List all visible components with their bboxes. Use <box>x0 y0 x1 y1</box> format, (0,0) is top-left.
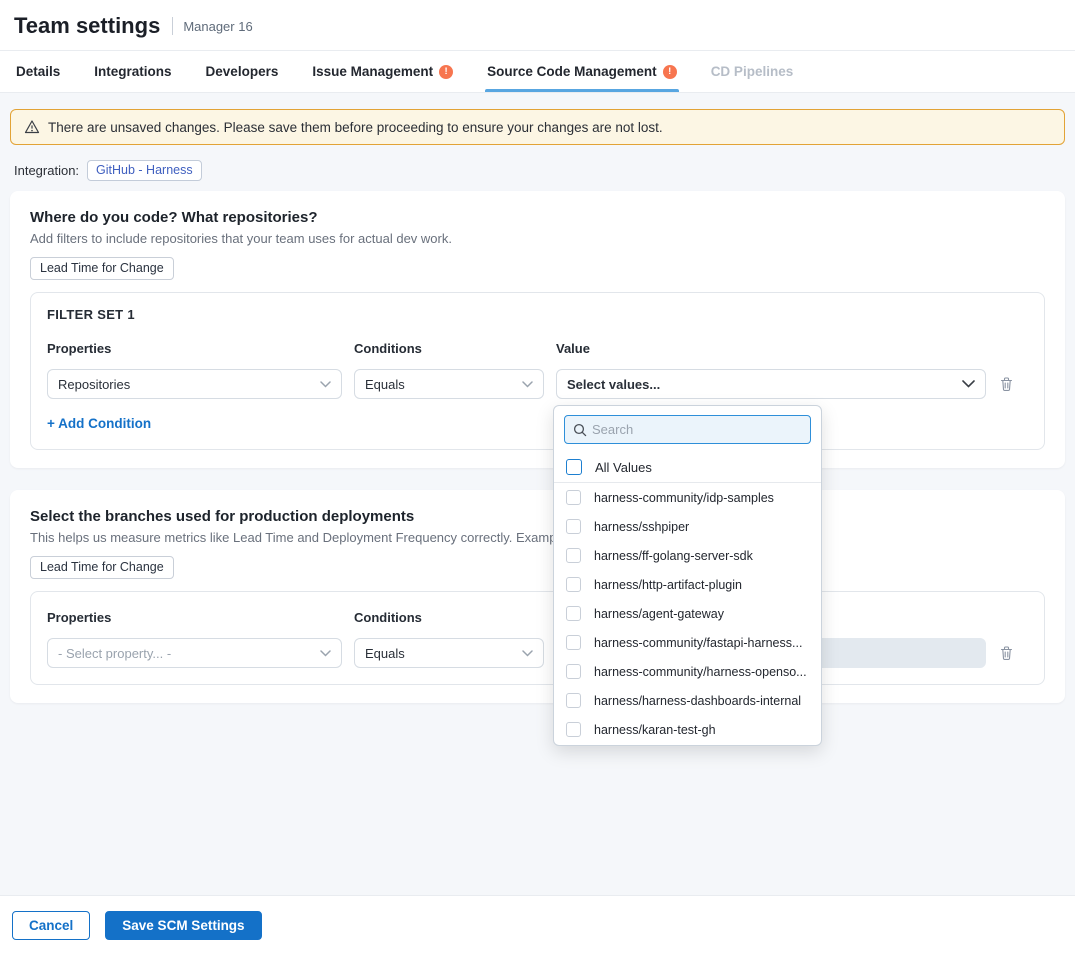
team-name-label: Manager 16 <box>183 19 252 34</box>
checkbox-icon[interactable] <box>566 548 581 563</box>
condition-select[interactable]: Equals <box>354 369 544 399</box>
trash-icon <box>999 376 1014 392</box>
checkbox-icon[interactable] <box>566 606 581 621</box>
unsaved-changes-banner: There are unsaved changes. Please save t… <box>10 109 1065 145</box>
repo-option[interactable]: harness/http-artifact-plugin <box>554 570 821 599</box>
tab-integrations[interactable]: Integrations <box>92 51 173 92</box>
save-scm-settings-button[interactable]: Save SCM Settings <box>105 911 261 940</box>
filter-row: - Select property... - Equals <box>47 638 1028 668</box>
chevron-down-icon <box>522 381 533 388</box>
chevron-down-icon <box>522 650 533 657</box>
tab-issue-management[interactable]: Issue Management ! <box>310 51 455 92</box>
tab-developers[interactable]: Developers <box>204 51 281 92</box>
tab-source-code-management[interactable]: Source Code Management ! <box>485 51 679 92</box>
property-select[interactable]: Repositories <box>47 369 342 399</box>
integration-row: Integration: GitHub - Harness <box>14 160 1065 181</box>
tab-bar: Details Integrations Developers Issue Ma… <box>0 51 1075 93</box>
branches-filter-set: Properties Conditions - Select property.… <box>30 591 1045 685</box>
alert-badge-icon: ! <box>663 65 677 79</box>
footer-actions: Cancel Save SCM Settings <box>0 895 1075 954</box>
branches-section-title: Select the branches used for production … <box>30 508 1045 525</box>
conditions-header: Conditions <box>354 341 544 356</box>
repositories-section-title: Where do you code? What repositories? <box>30 209 1045 226</box>
checkbox-icon[interactable] <box>566 490 581 505</box>
properties-header: Properties <box>47 610 342 625</box>
chevron-down-icon <box>320 381 331 388</box>
chevron-down-icon <box>320 650 331 657</box>
checkbox-icon[interactable] <box>566 635 581 650</box>
repo-option[interactable]: harness-community/idp-samples <box>554 483 821 512</box>
main-content: There are unsaved changes. Please save t… <box>0 109 1075 703</box>
checkbox-icon[interactable] <box>566 577 581 592</box>
properties-header: Properties <box>47 341 342 356</box>
branches-section: Select the branches used for production … <box>10 490 1065 703</box>
branches-section-subtitle: This helps us measure metrics like Lead … <box>30 530 1045 545</box>
value-header: Value <box>556 341 986 356</box>
checkbox-icon[interactable] <box>566 693 581 708</box>
repo-option[interactable]: harness-community/harness-openso... <box>554 657 821 686</box>
repo-option[interactable]: harness/sshpiper <box>554 512 821 541</box>
tab-cd-pipelines: CD Pipelines <box>709 51 796 92</box>
repo-option[interactable]: harness/ff-golang-server-sdk <box>554 541 821 570</box>
all-values-option[interactable]: All Values <box>554 452 821 483</box>
filter-row: Repositories Equals Select values... <box>47 369 1028 399</box>
checkbox-icon[interactable] <box>566 459 582 475</box>
value-select-dropdown: All Values harness-community/idp-samples… <box>553 405 822 746</box>
add-condition-link[interactable]: + Add Condition <box>47 416 151 431</box>
checkbox-icon[interactable] <box>566 664 581 679</box>
tab-details[interactable]: Details <box>14 51 62 92</box>
repositories-section-subtitle: Add filters to include repositories that… <box>30 231 1045 246</box>
repo-option[interactable]: harness/harness-dashboards-internal <box>554 686 821 715</box>
trash-icon <box>999 645 1014 661</box>
search-input[interactable] <box>592 422 802 437</box>
warning-icon <box>24 119 40 135</box>
chevron-down-icon <box>962 380 975 388</box>
lead-time-chip: Lead Time for Change <box>30 556 174 579</box>
repositories-section: Where do you code? What repositories? Ad… <box>10 191 1065 468</box>
page-title: Team settings <box>14 13 160 39</box>
integration-chip[interactable]: GitHub - Harness <box>87 160 202 181</box>
title-divider <box>172 17 173 35</box>
repo-option[interactable]: harness/karan-test-gh <box>554 715 821 744</box>
filter-column-headers: Properties Conditions Value <box>47 341 1028 356</box>
condition-select[interactable]: Equals <box>354 638 544 668</box>
alert-badge-icon: ! <box>439 65 453 79</box>
filter-column-headers: Properties Conditions <box>47 610 1028 625</box>
repo-option[interactable]: harness-community/fastapi-harness... <box>554 628 821 657</box>
dropdown-search[interactable] <box>564 415 811 444</box>
value-multiselect[interactable]: Select values... <box>556 369 986 399</box>
delete-filter-button[interactable] <box>997 374 1016 394</box>
filter-set-title: FILTER SET 1 <box>47 307 1028 322</box>
search-icon <box>573 423 587 437</box>
delete-filter-button[interactable] <box>997 643 1016 663</box>
all-values-label: All Values <box>595 460 652 475</box>
integration-label: Integration: <box>14 163 79 178</box>
conditions-header: Conditions <box>354 610 544 625</box>
repo-option[interactable]: harness/agent-gateway <box>554 599 821 628</box>
repo-option[interactable]: harness/internal-guide-docs <box>554 744 821 746</box>
property-select[interactable]: - Select property... - <box>47 638 342 668</box>
checkbox-icon[interactable] <box>566 519 581 534</box>
warning-text: There are unsaved changes. Please save t… <box>48 120 663 135</box>
lead-time-chip: Lead Time for Change <box>30 257 174 280</box>
filter-set-1: FILTER SET 1 Properties Conditions Value… <box>30 292 1045 450</box>
cancel-button[interactable]: Cancel <box>12 911 90 940</box>
checkbox-icon[interactable] <box>566 722 581 737</box>
page-header: Team settings Manager 16 <box>0 0 1075 51</box>
